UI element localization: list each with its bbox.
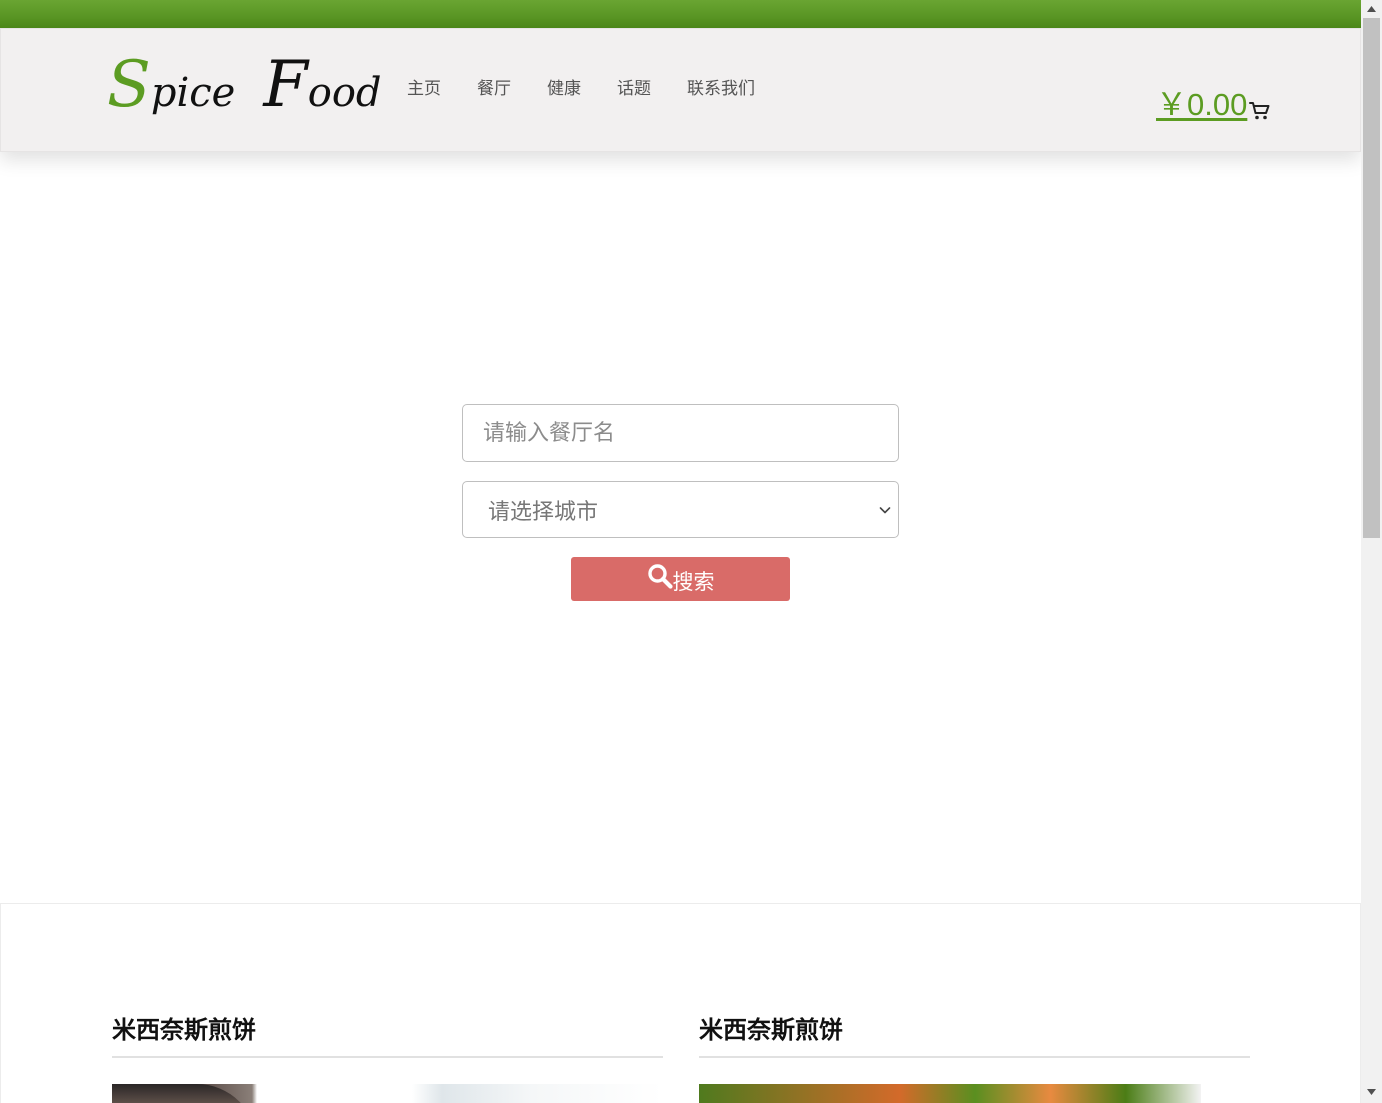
city-select-value: 请选择城市 <box>488 499 599 525</box>
logo-text-ood: ood <box>307 70 382 116</box>
card-food-image[interactable] <box>699 1084 1201 1103</box>
cart[interactable]: ￥0.00 <box>1156 79 1272 124</box>
restaurant-section: 米西奈斯煎饼 米西奈斯煎饼 <box>0 903 1361 1103</box>
card-image-bowl <box>112 1084 257 1103</box>
logo-letter-f: F <box>263 48 308 122</box>
search-button-label: 搜索 <box>672 571 715 594</box>
cart-icon[interactable] <box>1248 98 1272 122</box>
card-title[interactable]: 米西奈斯煎饼 <box>112 1010 663 1058</box>
card-title[interactable]: 米西奈斯煎饼 <box>699 1010 1250 1058</box>
city-select[interactable]: 请选择城市 <box>462 481 899 538</box>
page: Spice Food 主页 餐厅 健康 话题 联系我们 ￥0.00 请选择城市 <box>0 0 1382 1103</box>
chevron-down-icon <box>879 507 891 514</box>
search-icon <box>647 564 673 589</box>
restaurant-search-input[interactable] <box>462 404 899 462</box>
logo-text-pice: pice <box>150 70 236 116</box>
nav-item-health[interactable]: 健康 <box>547 74 581 99</box>
vertical-scrollbar[interactable] <box>1361 0 1382 1103</box>
logo[interactable]: Spice Food <box>107 53 382 117</box>
logo-letter-s: S <box>107 48 151 122</box>
nav-item-home[interactable]: 主页 <box>407 74 441 99</box>
restaurant-card[interactable]: 米西奈斯煎饼 <box>699 1010 1250 1103</box>
scrollbar-thumb[interactable] <box>1363 18 1380 538</box>
logo-word-food: Food <box>263 53 381 117</box>
scroll-down-arrow-icon[interactable] <box>1366 1088 1377 1097</box>
nav-item-restaurants[interactable]: 餐厅 <box>477 74 511 99</box>
search-button[interactable]: 搜索 <box>571 557 790 601</box>
nav-item-contact[interactable]: 联系我们 <box>687 74 755 99</box>
main-nav: 主页 餐厅 健康 话题 联系我们 <box>407 74 755 99</box>
nav-item-topics[interactable]: 话题 <box>617 74 651 99</box>
site-header: Spice Food 主页 餐厅 健康 话题 联系我们 ￥0.00 <box>0 28 1361 152</box>
card-food-image[interactable] <box>112 1084 663 1103</box>
logo-word-spice: Spice <box>107 53 235 117</box>
top-accent-bar <box>0 0 1361 28</box>
scroll-up-arrow-icon[interactable] <box>1366 4 1377 13</box>
restaurant-card[interactable]: 米西奈斯煎饼 <box>112 1010 663 1103</box>
cart-total-link[interactable]: ￥0.00 <box>1156 79 1247 124</box>
